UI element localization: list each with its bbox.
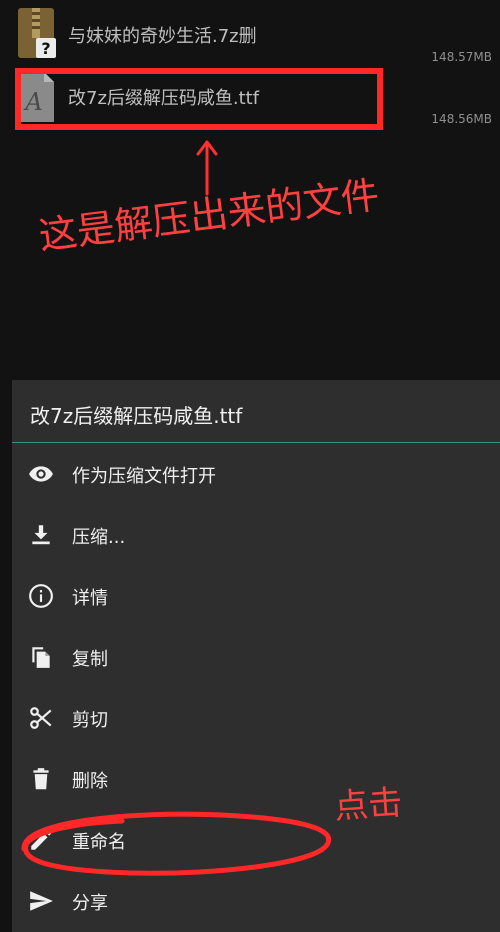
dialog-title: 改7z后缀解压码咸鱼.ttf (30, 404, 243, 428)
scissors-icon (30, 707, 52, 729)
context-menu-dialog: 改7z后缀解压码咸鱼.ttf 作为压缩文件打开 压缩... 详情 复制 剪切 删… (12, 380, 500, 932)
menu-item-label: 删除 (72, 771, 108, 792)
archive-unknown-icon: ? (18, 8, 56, 58)
menu-item-label: 剪切 (72, 710, 108, 731)
menu-item-delete[interactable]: 删除 (12, 748, 500, 809)
info-icon (29, 584, 53, 608)
annotation-circle (21, 811, 332, 876)
menu-item-open-as-archive[interactable]: 作为压缩文件打开 (12, 443, 500, 504)
send-icon (30, 891, 53, 911)
menu-item-label: 详情 (72, 588, 108, 609)
annotation-highlight-box (15, 68, 383, 130)
menu-item-label: 作为压缩文件打开 (72, 466, 216, 487)
menu-item-details[interactable]: 详情 (12, 565, 500, 626)
download-icon (32, 525, 50, 545)
file-name: 与妹妹的奇妙生活.7z删 (68, 26, 257, 47)
file-size: 148.57MB (431, 50, 492, 64)
annotation-extracted-note: 这是解压出来的文件 (36, 172, 382, 259)
menu-item-copy[interactable]: 复制 (12, 626, 500, 687)
file-list: ? 与妹妹的奇妙生活.7z删 148.57MB A 改7z后缀解压码咸鱼.ttf… (0, 0, 500, 380)
menu-item-label: 分享 (72, 893, 108, 914)
svg-text:?: ? (41, 39, 50, 58)
trash-icon (33, 768, 49, 790)
annotation-click-note: 点击 (332, 782, 404, 828)
menu-item-cut[interactable]: 剪切 (12, 687, 500, 748)
eye-icon (29, 466, 53, 482)
file-row[interactable]: ? 与妹妹的奇妙生活.7z删 148.57MB (0, 2, 500, 64)
menu-item-label: 压缩... (72, 527, 126, 548)
menu-item-compress[interactable]: 压缩... (12, 504, 500, 565)
copy-icon (32, 647, 50, 668)
file-size: 148.56MB (431, 112, 492, 126)
menu-item-label: 复制 (72, 649, 108, 670)
